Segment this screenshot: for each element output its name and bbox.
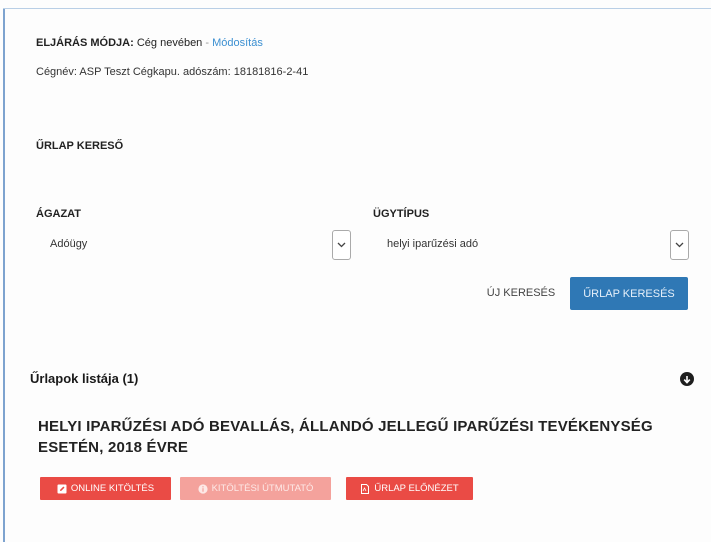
info-icon	[197, 483, 208, 494]
company-info: Cégnév: ASP Teszt Cégkapu. adószám: 1818…	[36, 66, 309, 78]
pdf-icon	[361, 483, 370, 494]
online-fill-label: ONLINE KITÖLTÉS	[70, 483, 155, 494]
form-item-title: HELYI IPARŰZÉSI ADÓ BEVALLÁS, ÁLLANDÓ JE…	[38, 418, 653, 456]
filling-guide-label: KITÖLTÉSI ÚTMUTATÓ	[211, 483, 314, 494]
form-search-title: ŰRLAP KERESŐ	[36, 140, 124, 152]
page: ELJÁRÁS MÓDJA: Cég nevében - Módosítás C…	[0, 0, 711, 542]
modify-link[interactable]: Módosítás	[212, 37, 263, 49]
case-type-label: ÜGYTÍPUS	[373, 208, 430, 220]
online-fill-button[interactable]: ONLINE KITÖLTÉS	[40, 477, 171, 500]
procedure-separator: -	[202, 37, 213, 49]
panel-top-border	[3, 8, 711, 9]
sector-select[interactable]: Adóügy	[36, 229, 352, 261]
case-type-select[interactable]: helyi iparűzési adó	[373, 229, 690, 261]
form-search-button[interactable]: ŰRLAP KERESÉS	[570, 277, 688, 310]
form-preview-button[interactable]: ŰRLAP ELŐNÉZET	[346, 477, 473, 500]
procedure-line: ELJÁRÁS MÓDJA: Cég nevében - Módosítás	[36, 37, 263, 49]
panel-left-border	[3, 8, 5, 542]
form-list-title: Űrlapok listája (1)	[30, 371, 139, 386]
procedure-value: Cég nevében	[136, 37, 203, 49]
arrow-down-circle-icon[interactable]	[680, 372, 694, 386]
sector-value: Adóügy	[50, 238, 88, 250]
procedure-label: ELJÁRÁS MÓDJA:	[36, 37, 134, 49]
chevron-down-icon[interactable]	[332, 230, 351, 260]
new-search-button[interactable]: ÚJ KERESÉS	[478, 278, 564, 308]
filling-guide-button[interactable]: KITÖLTÉSI ÚTMUTATÓ	[180, 477, 331, 500]
form-preview-label: ŰRLAP ELŐNÉZET	[374, 483, 459, 494]
case-type-value: helyi iparűzési adó	[387, 238, 479, 250]
sector-label: ÁGAZAT	[36, 208, 82, 220]
edit-icon	[57, 484, 67, 493]
chevron-down-icon[interactable]	[670, 230, 689, 260]
